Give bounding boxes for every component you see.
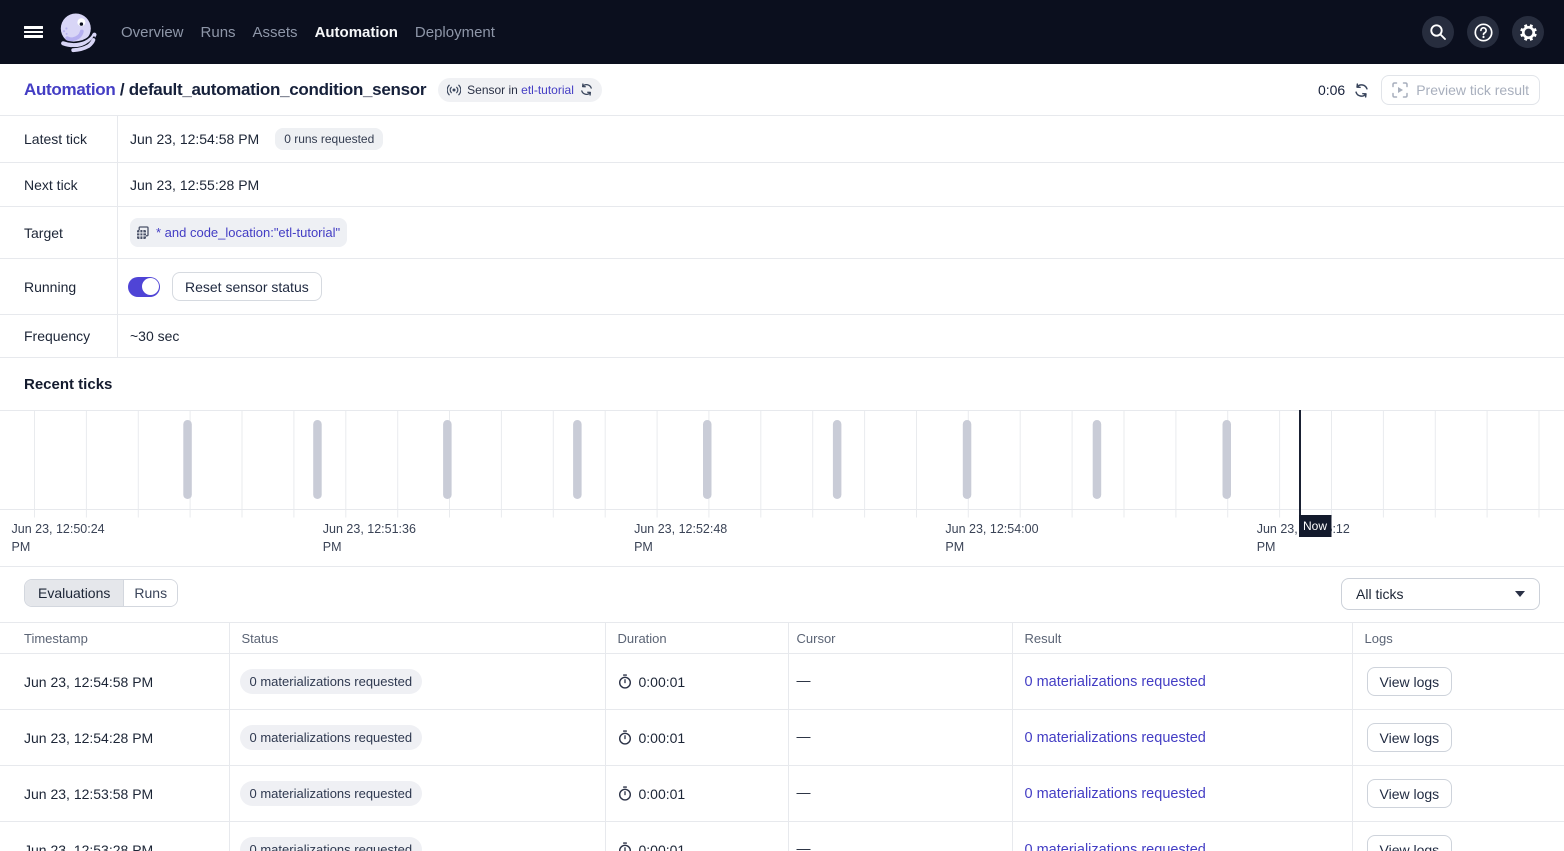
svg-text:PM: PM [323, 540, 342, 554]
svg-text:PM: PM [1257, 540, 1276, 554]
svg-text:Now: Now [1303, 519, 1327, 533]
svg-text:PM: PM [945, 540, 964, 554]
svg-text:PM: PM [12, 540, 31, 554]
svg-text:Jun 23, 12:50:24: Jun 23, 12:50:24 [12, 522, 105, 536]
svg-text:Jun 23, 12:52:48: Jun 23, 12:52:48 [634, 522, 727, 536]
svg-text:Jun 23, 12:51:36: Jun 23, 12:51:36 [323, 522, 416, 536]
svg-text:Jun 23, 12:54:00: Jun 23, 12:54:00 [945, 522, 1038, 536]
svg-text:PM: PM [634, 540, 653, 554]
